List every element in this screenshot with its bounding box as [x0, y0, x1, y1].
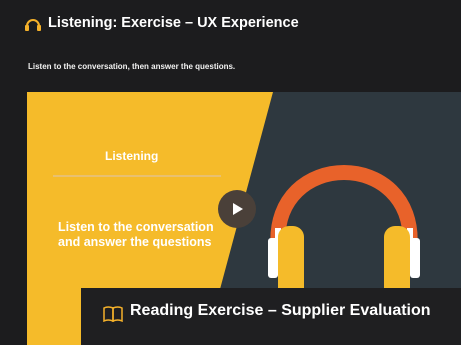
video-divider: [53, 175, 221, 177]
page-title: Listening: Exercise – UX Experience: [48, 15, 299, 31]
reading-exercise-link[interactable]: Reading Exercise – Supplier Evaluation: [81, 288, 461, 345]
exercise-header: Listening: Exercise – UX Experience: [0, 0, 461, 50]
instructions-text: Listen to the conversation, then answer …: [28, 62, 236, 71]
video-body-text: Listen to the conversation and answer th…: [58, 220, 214, 249]
headphones-icon: [25, 19, 41, 31]
reading-exercise-title: Reading Exercise – Supplier Evaluation: [130, 302, 431, 319]
play-button[interactable]: [218, 190, 256, 228]
book-icon: [103, 306, 123, 322]
play-icon: [233, 203, 243, 215]
video-heading: Listening: [105, 149, 159, 163]
